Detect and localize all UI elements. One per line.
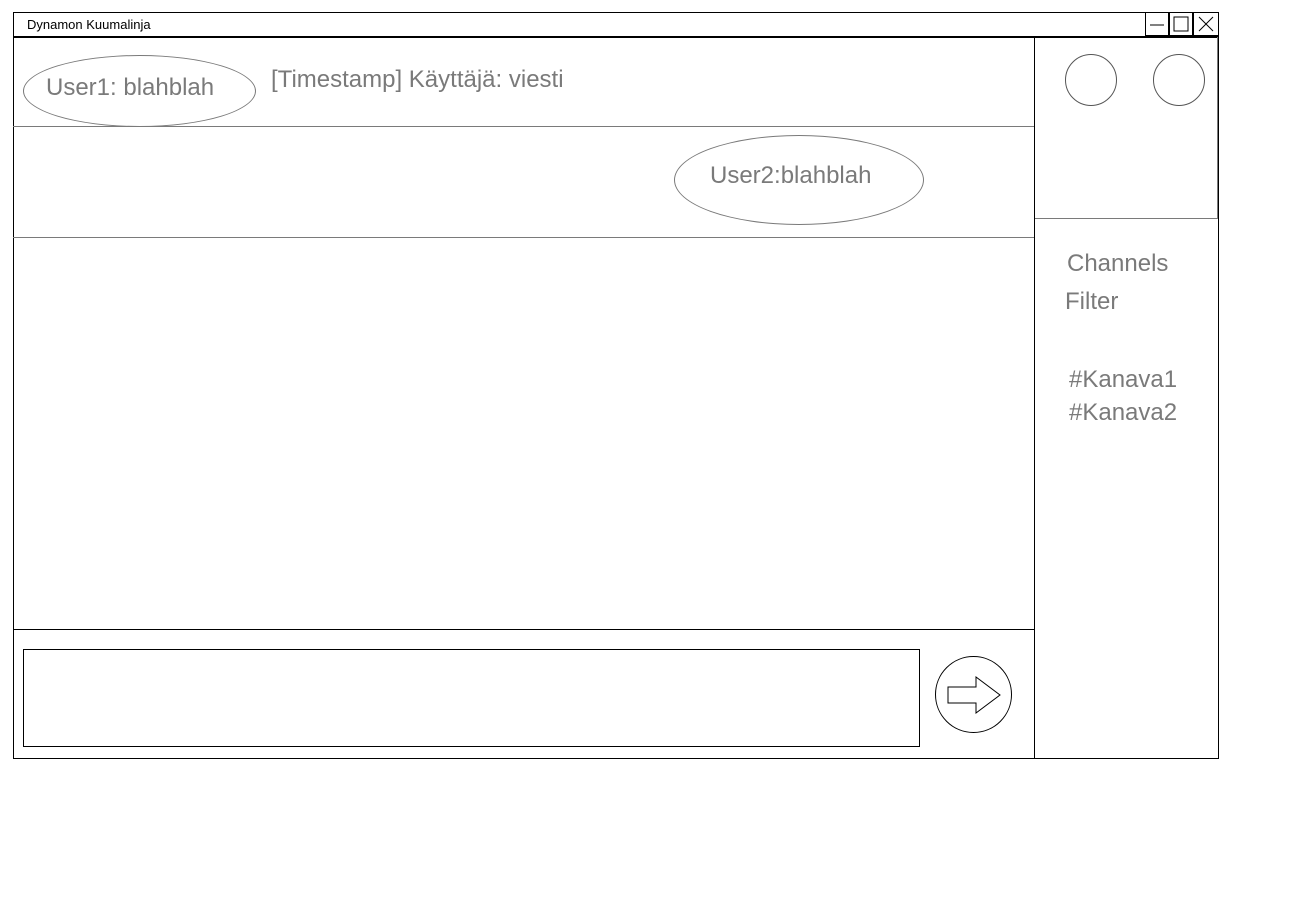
channel-filter[interactable]: Filter bbox=[1065, 288, 1118, 316]
composer-divider bbox=[13, 629, 1035, 630]
message-bubble-text: User2:blahblah bbox=[710, 162, 872, 189]
sidebar-item-kanava1[interactable]: #Kanava1 bbox=[1069, 366, 1177, 394]
close-icon bbox=[1198, 16, 1214, 32]
window-title: Dynamon Kuumalinja bbox=[27, 17, 151, 32]
message-input[interactable] bbox=[23, 649, 920, 747]
minimize-icon bbox=[1150, 24, 1164, 26]
maximize-icon bbox=[1173, 16, 1189, 32]
message-divider bbox=[13, 237, 1034, 238]
message-format-note: [Timestamp] Käyttäjä: viesti bbox=[271, 66, 564, 93]
avatar[interactable] bbox=[1065, 54, 1117, 106]
message-divider bbox=[13, 126, 1034, 127]
close-button[interactable] bbox=[1193, 12, 1219, 36]
arrow-right-icon bbox=[947, 676, 1001, 714]
minimize-button[interactable] bbox=[1145, 12, 1169, 36]
send-button[interactable] bbox=[935, 656, 1012, 733]
channels-heading: Channels bbox=[1067, 250, 1169, 277]
avatar[interactable] bbox=[1153, 54, 1205, 106]
sidebar-item-kanava2[interactable]: #Kanava2 bbox=[1069, 399, 1177, 427]
message-bubble-text: User1: blahblah bbox=[46, 74, 215, 101]
maximize-button[interactable] bbox=[1169, 12, 1193, 36]
